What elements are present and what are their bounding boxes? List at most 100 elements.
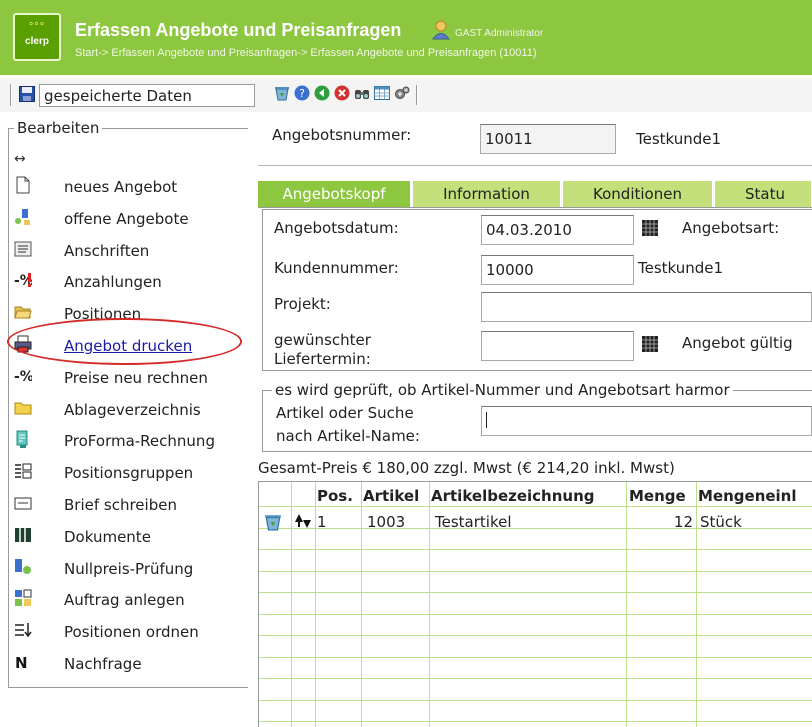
customer-number-field[interactable]: 10000 <box>481 255 634 285</box>
offer-type-label: Angebotsart: <box>682 219 780 237</box>
article-check-legend: es wird geprüft, ob Artikel-Nummer und A… <box>272 381 733 399</box>
recalculate-icon: -% <box>14 369 32 385</box>
row-divider <box>259 678 812 679</box>
settings-icon[interactable] <box>394 85 410 101</box>
table-icon[interactable] <box>374 85 390 101</box>
inquiry-icon: N <box>15 654 28 671</box>
tab-konditionen[interactable]: Konditionen <box>563 181 713 207</box>
breadcrumb: Start-> Erfassen Angebote und Preisanfra… <box>75 47 537 59</box>
sidebar-item-positionen-ordnen[interactable]: Positionen ordnen <box>14 617 250 645</box>
row-divider <box>259 506 812 507</box>
delivery-label-line1: gewünschter <box>274 331 371 349</box>
column-header-menge[interactable]: Menge <box>629 487 686 505</box>
tab-panel-top <box>258 207 812 208</box>
sidebar-item-label: Anschriften <box>64 242 150 260</box>
tab-angebotskopf[interactable]: Angebotskopf <box>258 181 411 207</box>
search-icon[interactable] <box>354 85 370 101</box>
column-header-pos[interactable]: Pos. <box>317 487 353 505</box>
invoice-icon <box>16 430 28 448</box>
positions-table: Pos. Artikel Artikelbezeichnung Menge Me… <box>258 481 812 727</box>
project-label: Projekt: <box>274 295 331 313</box>
row-divider <box>259 571 812 572</box>
cell-artikel: 1003 <box>367 513 406 531</box>
folder-open-icon <box>14 306 32 319</box>
article-search-label-line2: nach Artikel-Name: <box>276 427 420 445</box>
collapse-arrow-icon[interactable]: ↔ <box>14 151 26 167</box>
sidebar-item-label: Brief schreiben <box>64 496 177 514</box>
sidebar-item-preise-neu-rechnen[interactable]: -% Preise neu rechnen <box>14 363 250 391</box>
sidebar-item-proforma-rechnung[interactable]: ProForma-Rechnung <box>14 426 250 454</box>
sidebar-item-label: Ablageverzeichnis <box>64 401 201 419</box>
save-icon[interactable] <box>19 86 35 102</box>
page-title: Erfassen Angebote und Preisanfragen <box>75 20 402 40</box>
help-icon[interactable]: ? <box>294 85 310 101</box>
column-divider <box>291 482 292 727</box>
sidebar-item-label: Positionsgruppen <box>64 464 194 482</box>
sidebar-item-brief-schreiben[interactable]: Brief schreiben <box>14 490 250 518</box>
sidebar-item-anschriften[interactable]: Anschriften <box>14 236 250 264</box>
calendar-icon[interactable] <box>642 336 658 352</box>
recycle-icon[interactable] <box>264 513 282 531</box>
row-divider <box>259 614 812 615</box>
text-cursor <box>486 412 487 428</box>
tab-bar: Angebotskopf Information Konditionen Sta… <box>258 181 812 207</box>
tab-status[interactable]: Statu <box>715 181 812 207</box>
cell-pos: 1 <box>317 513 327 531</box>
clerp-logo[interactable]: °°° clerp <box>13 13 61 61</box>
divider <box>258 165 812 166</box>
sidebar-item-label: Dokumente <box>64 528 151 546</box>
offer-valid-label: Angebot gültig <box>682 334 793 352</box>
article-search-input[interactable] <box>481 406 812 436</box>
calendar-icon[interactable] <box>642 220 658 236</box>
down-payment-icon: -% <box>14 273 32 289</box>
create-order-icon <box>15 589 32 606</box>
documents-icon <box>15 528 31 542</box>
tab-information[interactable]: Information <box>413 181 561 207</box>
sidebar-item-auftrag-anlegen[interactable]: Auftrag anlegen <box>14 585 250 613</box>
column-divider <box>429 482 430 727</box>
date-field[interactable]: 04.03.2010 <box>481 215 634 245</box>
app-header: °°° clerp Erfassen Angebote und Preisanf… <box>0 0 812 75</box>
sidebar-item-ablageverzeichnis[interactable]: Ablageverzeichnis <box>14 395 250 423</box>
offer-number-field[interactable]: 10011 <box>480 124 616 154</box>
date-label: Angebotsdatum: <box>274 219 399 237</box>
cell-einheit: Stück <box>700 513 742 531</box>
offer-customer-name: Testkunde1 <box>636 130 722 148</box>
toolbar-icons: ? <box>274 85 418 105</box>
delivery-date-field[interactable] <box>481 331 634 361</box>
row-divider <box>259 657 812 658</box>
saved-data-select[interactable]: gespeicherte Daten <box>39 84 255 107</box>
svg-text:-%: -% <box>14 369 32 385</box>
sidebar-item-anzahlungen[interactable]: -% Anzahlungen <box>14 267 250 295</box>
sidebar-item-positionsgruppen[interactable]: Positionsgruppen <box>14 458 250 486</box>
new-document-icon <box>16 176 30 194</box>
delete-icon[interactable] <box>334 85 350 101</box>
offer-number-label: Angebotsnummer: <box>272 126 412 144</box>
project-field[interactable] <box>481 292 812 322</box>
column-divider <box>315 482 316 727</box>
row-divider <box>259 549 812 550</box>
svg-text:N: N <box>15 654 28 671</box>
sidebar-legend: Bearbeiten <box>14 119 103 137</box>
toolbar-separator <box>416 85 418 105</box>
row-divider <box>259 721 812 722</box>
letter-icon <box>14 497 32 510</box>
sidebar-item-offene-angebote[interactable]: offene Angebote <box>14 204 250 232</box>
sidebar-item-nachfrage[interactable]: N Nachfrage <box>14 649 250 677</box>
sort-arrows-icon[interactable] <box>294 513 312 529</box>
sidebar-item-dokumente[interactable]: Dokumente <box>14 522 250 550</box>
column-header-bezeichnung[interactable]: Artikelbezeichnung <box>431 487 595 505</box>
sidebar-item-label: Anzahlungen <box>64 273 162 291</box>
toolbar: gespeicherte Daten ? <box>0 78 812 112</box>
column-header-artikel[interactable]: Artikel <box>363 487 419 505</box>
column-header-einheit[interactable]: Mengeneinl <box>698 487 797 505</box>
back-icon[interactable] <box>314 85 330 101</box>
row-divider <box>259 592 812 593</box>
article-search-label-line1: Artikel oder Suche <box>276 404 414 422</box>
address-icon <box>14 241 32 257</box>
sidebar-item-label: Auftrag anlegen <box>64 591 185 609</box>
sidebar-item-neues-angebot[interactable]: neues Angebot <box>14 172 250 200</box>
sidebar-item-nullpreis-prüfung[interactable]: Nullpreis-Prüfung <box>14 554 250 582</box>
recycle-icon[interactable] <box>274 85 290 101</box>
sidebar-item-label: ProForma-Rechnung <box>64 432 215 450</box>
